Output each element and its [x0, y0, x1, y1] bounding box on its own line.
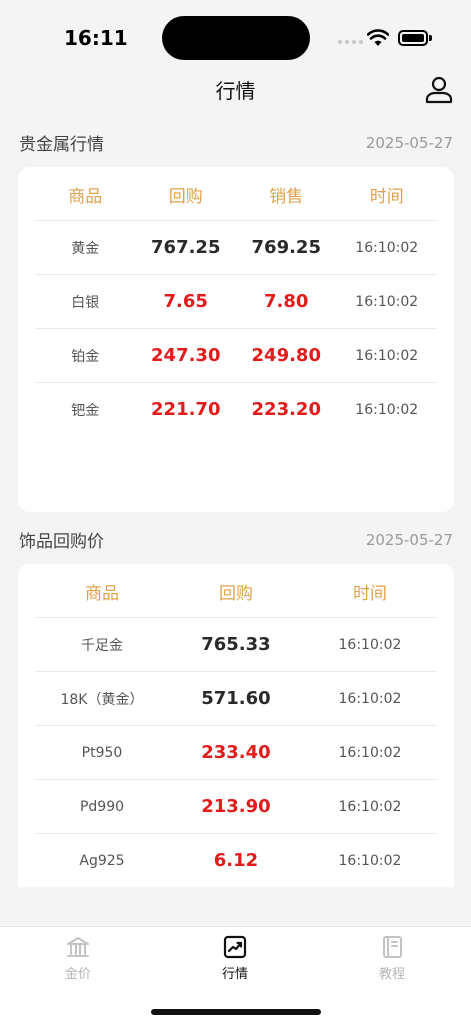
update-time: 16:10:02 [338, 798, 402, 815]
tab-tutorial[interactable]: 教程 [347, 935, 437, 982]
product-name: Ag925 [79, 852, 125, 869]
product-name: 18K（黄金） [60, 691, 144, 708]
column-header-product: 商品 [84, 583, 119, 604]
update-time: 16:10:02 [338, 690, 402, 707]
update-time: 16:10:02 [355, 239, 419, 256]
update-time: 16:10:02 [338, 744, 402, 761]
product-name: 白银 [71, 294, 100, 311]
jewelry-section-header: 饰品回购价 2025-05-27 [19, 527, 453, 553]
table-row[interactable]: 18K（黄金） 571.60 16:10:02 [35, 671, 437, 725]
wifi-icon [367, 29, 389, 46]
buyback-price: 221.70 [151, 399, 221, 420]
buyback-price: 6.12 [213, 850, 259, 871]
metals-section-date: 2025-05-27 [365, 133, 453, 152]
user-icon[interactable] [424, 75, 454, 105]
product-name: 黄金 [71, 240, 100, 257]
product-name: 铂金 [71, 348, 100, 365]
sell-price: 769.25 [251, 237, 321, 258]
product-name: Pt950 [81, 744, 123, 761]
jewelry-section-title: 饰品回购价 [19, 532, 104, 552]
dynamic-island [162, 16, 310, 60]
status-bar: 16:11 [0, 0, 471, 70]
table-row[interactable]: 千足金 765.33 16:10:02 [35, 617, 437, 671]
product-name: Pd990 [79, 798, 125, 815]
buyback-price: 571.60 [201, 688, 271, 709]
tab-label: 教程 [378, 967, 405, 982]
metals-section-header: 贵金属行情 2025-05-27 [19, 130, 453, 156]
battery-cap [429, 35, 432, 41]
buyback-price: 213.90 [201, 796, 271, 817]
book-icon [383, 936, 402, 958]
table-row[interactable]: 钯金 221.70 223.20 16:10:02 [35, 382, 437, 436]
tab-market[interactable]: 行情 [190, 935, 280, 982]
column-header-sell: 销售 [269, 186, 304, 207]
signal-icon [338, 40, 363, 44]
jewelry-price-card: 商品 回购 时间 千足金 765.33 16:10:02 18K（黄金） 571… [18, 564, 454, 887]
column-header-buyback: 回购 [168, 186, 203, 207]
column-header-buyback: 回购 [218, 583, 253, 604]
home-indicator [151, 1009, 321, 1015]
buyback-price: 247.30 [151, 345, 221, 366]
table-row[interactable]: 黄金 767.25 769.25 16:10:02 [35, 220, 437, 274]
jewelry-section-date: 2025-05-27 [365, 530, 453, 549]
tab-label: 金价 [64, 967, 91, 982]
tab-gold-price[interactable]: 金价 [33, 935, 123, 982]
metals-table-header: 商品 回购 销售 时间 [35, 167, 437, 221]
table-row[interactable]: Pd990 213.90 16:10:02 [35, 779, 437, 833]
sell-price: 7.80 [264, 291, 309, 312]
trend-chart-icon [223, 935, 247, 959]
buyback-price: 767.25 [151, 237, 221, 258]
table-row[interactable]: Ag925 6.12 16:10:02 [35, 833, 437, 887]
buyback-price: 7.65 [163, 291, 208, 312]
product-name: 钯金 [71, 402, 100, 419]
metals-section-title: 贵金属行情 [19, 135, 104, 155]
sell-price: 249.80 [251, 345, 321, 366]
battery-icon [398, 30, 428, 46]
page-title: 行情 [215, 79, 256, 103]
status-time: 16:11 [64, 26, 128, 50]
update-time: 16:10:02 [355, 347, 419, 364]
buyback-price: 765.33 [201, 634, 271, 655]
sell-price: 223.20 [251, 399, 321, 420]
update-time: 16:10:02 [355, 401, 419, 418]
tab-label: 行情 [221, 967, 248, 982]
update-time: 16:10:02 [338, 636, 402, 653]
table-row[interactable]: 白银 7.65 7.80 16:10:02 [35, 274, 437, 328]
update-time: 16:10:02 [355, 293, 419, 310]
update-time: 16:10:02 [338, 852, 402, 869]
buyback-price: 233.40 [201, 742, 271, 763]
app-screen: 16:11 行情 贵金属行情 2025-05-27 商品 回购 销售 时间 黄金… [0, 0, 471, 1024]
metals-price-card: 商品 回购 销售 时间 黄金 767.25 769.25 16:10:02 白银… [18, 167, 454, 512]
table-row[interactable]: 铂金 247.30 249.80 16:10:02 [35, 328, 437, 382]
bank-icon [67, 937, 89, 957]
table-row[interactable]: Pt950 233.40 16:10:02 [35, 725, 437, 779]
jewelry-table-header: 商品 回购 时间 [35, 564, 437, 618]
column-header-product: 商品 [68, 186, 103, 207]
column-header-time: 时间 [369, 186, 404, 207]
product-name: 千足金 [80, 637, 123, 654]
column-header-time: 时间 [352, 583, 387, 604]
